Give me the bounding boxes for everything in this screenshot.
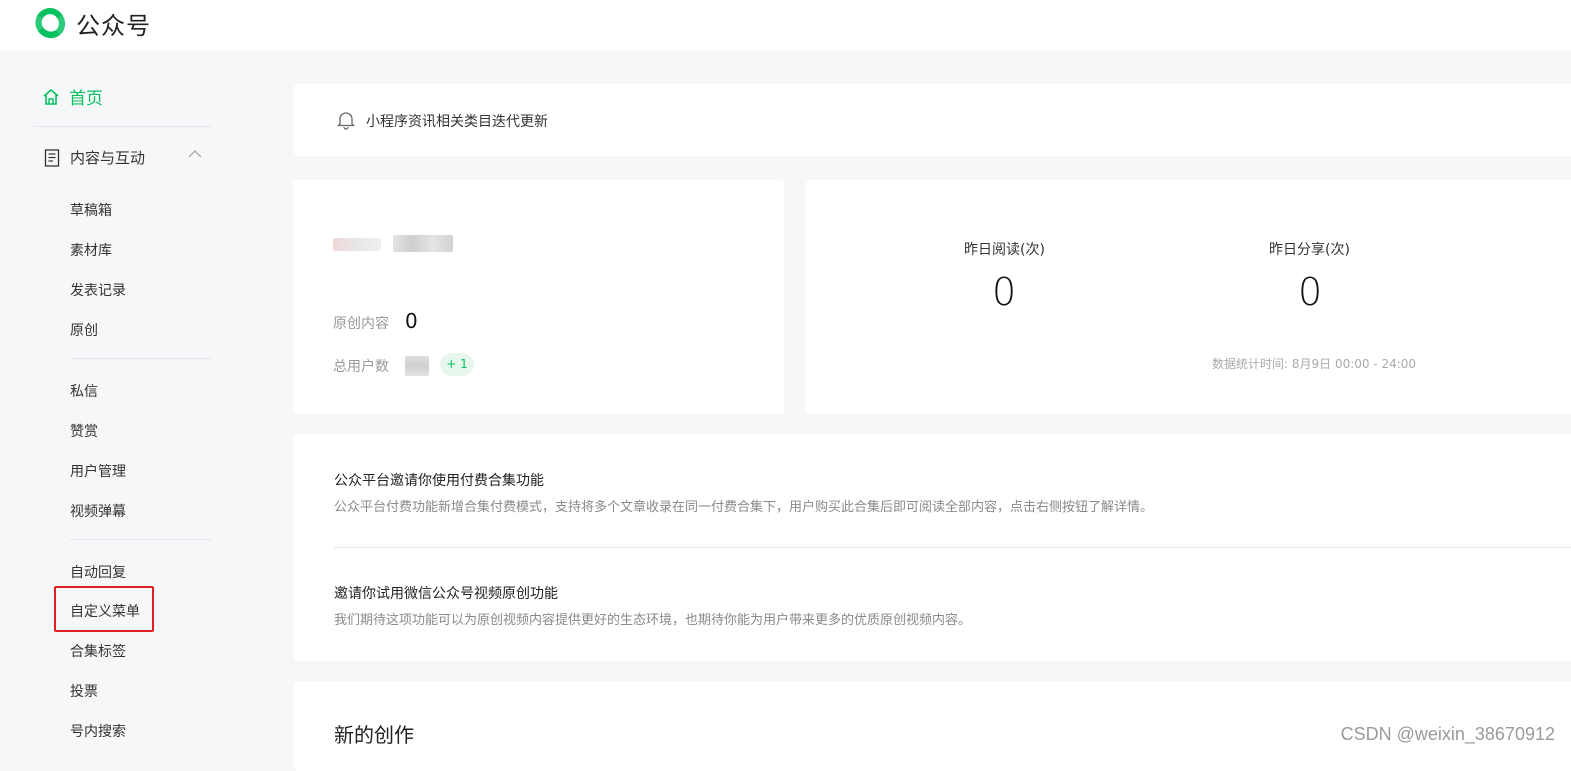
bell-icon bbox=[336, 110, 356, 130]
new-creation-title: 新的创作 bbox=[334, 719, 414, 748]
original-content-value: 0 bbox=[405, 309, 418, 333]
blurred-avatar bbox=[333, 238, 381, 251]
sidebar-item-publish-records[interactable]: 发表记录 bbox=[70, 280, 126, 300]
custom-menu-highlight-box bbox=[54, 586, 154, 632]
sidebar-item-messages[interactable]: 私信 bbox=[70, 381, 98, 401]
sidebar-divider bbox=[70, 539, 211, 540]
sidebar-divider bbox=[70, 358, 211, 359]
sidebar-item-original[interactable]: 原创 bbox=[70, 320, 98, 340]
sidebar-item-in-account-search[interactable]: 号内搜索 bbox=[70, 721, 126, 741]
sidebar-group-label: 内容与互动 bbox=[70, 147, 145, 168]
sidebar-item-drafts[interactable]: 草稿箱 bbox=[70, 200, 112, 220]
blurred-account-name bbox=[393, 235, 453, 252]
sidebar-item-materials[interactable]: 素材库 bbox=[70, 240, 112, 260]
yesterday-reads-value: 0 bbox=[992, 270, 1016, 314]
chevron-up-icon[interactable] bbox=[188, 149, 202, 159]
invite-divider bbox=[334, 547, 1571, 548]
top-bar: 公众号 bbox=[0, 0, 1571, 50]
yesterday-reads-label: 昨日阅读(次) bbox=[964, 239, 1045, 259]
sidebar-divider bbox=[34, 126, 211, 127]
document-icon bbox=[44, 149, 60, 167]
total-users-label: 总用户数 bbox=[333, 356, 389, 376]
users-delta-badge: + 1 bbox=[440, 353, 474, 376]
sidebar-item-collection-tags[interactable]: 合集标签 bbox=[70, 641, 126, 661]
csdn-watermark: CSDN @weixin_38670912 bbox=[1341, 724, 1555, 745]
sidebar-item-vote[interactable]: 投票 bbox=[70, 681, 98, 701]
sidebar-item-label: 首页 bbox=[69, 84, 103, 109]
invite-desc-paid-collection: 公众平台付费功能新增合集付费模式，支持将多个文章收录在同一付费合集下，用户购买此… bbox=[334, 496, 1153, 515]
sidebar-item-home[interactable]: 首页 bbox=[42, 84, 103, 109]
sidebar-group-content[interactable]: 内容与互动 bbox=[44, 147, 214, 168]
account-profile-card: 原创内容 0 总用户数 + 1 bbox=[293, 180, 784, 414]
brand[interactable]: 公众号 bbox=[32, 5, 151, 41]
stats-time-range: 数据统计时间: 8月9日 00:00 - 24:00 bbox=[1212, 355, 1416, 372]
yesterday-shares-label: 昨日分享(次) bbox=[1269, 239, 1350, 259]
home-icon bbox=[42, 88, 60, 106]
original-content-label: 原创内容 bbox=[333, 313, 389, 333]
wechat-mp-logo-icon bbox=[32, 5, 68, 41]
yesterday-stats-card: 昨日阅读(次) 0 昨日分享(次) 0 数据统计时间: 8月9日 00:00 -… bbox=[806, 180, 1571, 414]
invite-title-video-original: 邀请你试用微信公众号视频原创功能 bbox=[334, 583, 558, 603]
yesterday-shares-value: 0 bbox=[1298, 270, 1322, 314]
invitations-card: 公众平台邀请你使用付费合集功能 公众平台付费功能新增合集付费模式，支持将多个文章… bbox=[294, 434, 1571, 661]
notice-card[interactable]: 小程序资讯相关类目迭代更新 bbox=[294, 84, 1571, 156]
brand-name: 公众号 bbox=[76, 6, 151, 41]
sidebar-item-user-management[interactable]: 用户管理 bbox=[70, 461, 126, 481]
sidebar: 首页 内容与互动 草稿箱 素材库 发表记录 原创 私信 赞赏 用户管理 视频弹幕… bbox=[0, 50, 240, 753]
invite-title-paid-collection: 公众平台邀请你使用付费合集功能 bbox=[334, 470, 544, 490]
blurred-user-count bbox=[405, 356, 429, 376]
sidebar-item-appreciation[interactable]: 赞赏 bbox=[70, 421, 98, 441]
invite-desc-video-original: 我们期待这项功能可以为原创视频内容提供更好的生态环境，也期待你能为用户带来更多的… bbox=[334, 609, 971, 628]
sidebar-item-auto-reply[interactable]: 自动回复 bbox=[70, 562, 126, 582]
sidebar-item-video-danmaku[interactable]: 视频弹幕 bbox=[70, 501, 126, 521]
notice-text[interactable]: 小程序资讯相关类目迭代更新 bbox=[366, 111, 548, 131]
